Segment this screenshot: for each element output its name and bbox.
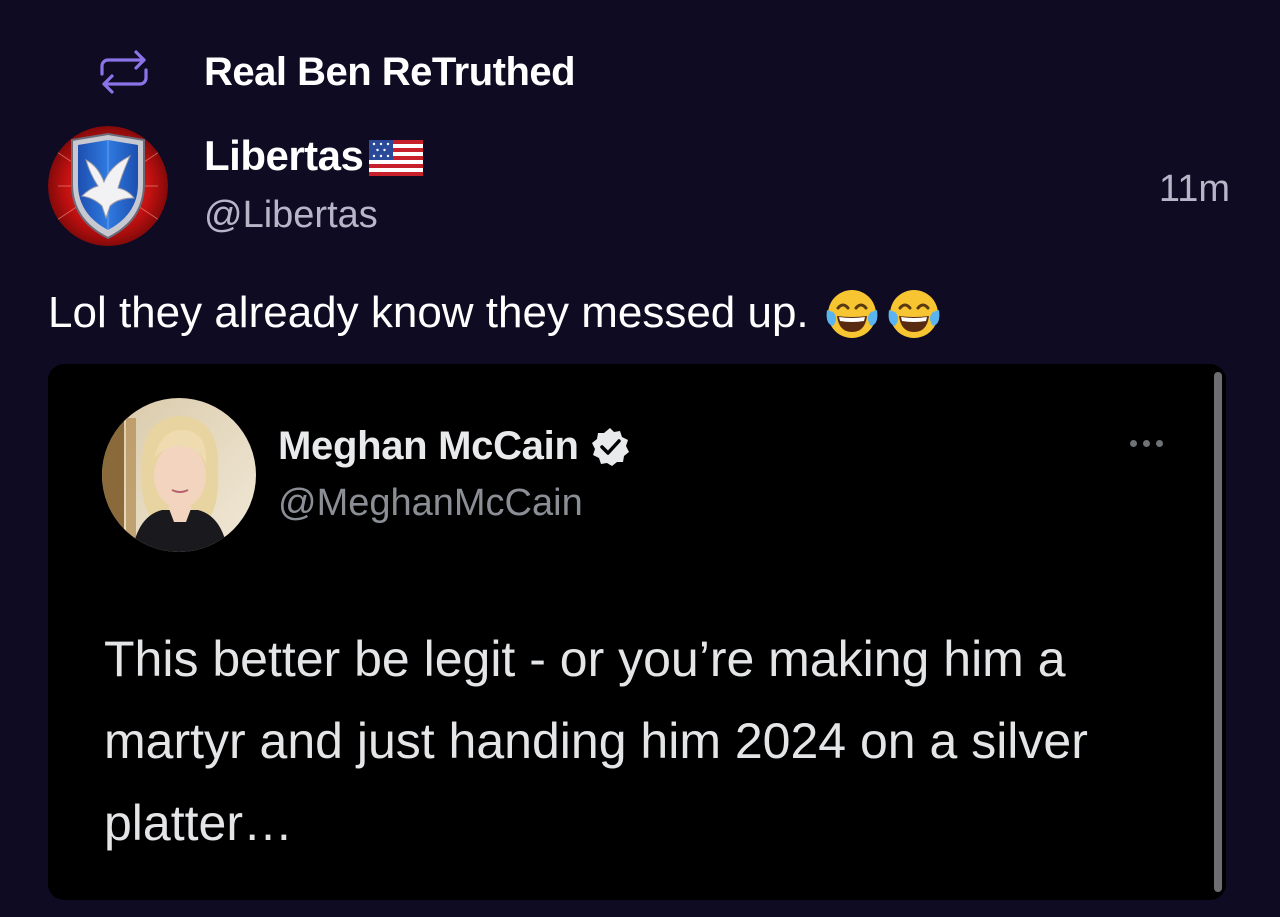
retruth-label[interactable]: Real Ben ReTruthed: [204, 50, 576, 95]
author-name[interactable]: Libertas: [204, 132, 364, 180]
shield-eagle-avatar-image: [48, 126, 168, 246]
portrait-avatar-image: [102, 398, 256, 552]
author-handle[interactable]: @Libertas: [204, 194, 378, 237]
repost-arrows-icon: [100, 50, 148, 94]
us-flag-icon: [369, 140, 424, 176]
author-avatar[interactable]: [48, 126, 168, 246]
quoted-tweet-card[interactable]: Meghan McCain @MeghanMcCain This better …: [48, 364, 1226, 900]
quoted-name-row: Meghan McCain: [278, 424, 631, 469]
post-timestamp[interactable]: 11m: [1159, 168, 1230, 211]
author-name-row: Libertas: [204, 132, 424, 180]
quoted-tweet-text: This better be legit - or you’re making …: [104, 631, 1088, 851]
post-text-row: Lol they already know they messed up.: [48, 284, 943, 342]
retruth-header: Real Ben ReTruthed: [96, 44, 576, 100]
tears-of-joy-emoji-icon: [888, 290, 940, 338]
scrollbar[interactable]: [1214, 372, 1222, 892]
post-text: Lol they already know they messed up.: [48, 288, 809, 337]
tears-of-joy-emoji-icon: [826, 290, 878, 338]
quoted-author-handle[interactable]: @MeghanMcCain: [278, 482, 583, 525]
more-dots-icon[interactable]: [1130, 440, 1163, 447]
quoted-author-avatar[interactable]: [102, 398, 256, 552]
verified-check-icon: [591, 427, 629, 466]
quoted-author-name[interactable]: Meghan McCain: [278, 424, 579, 469]
